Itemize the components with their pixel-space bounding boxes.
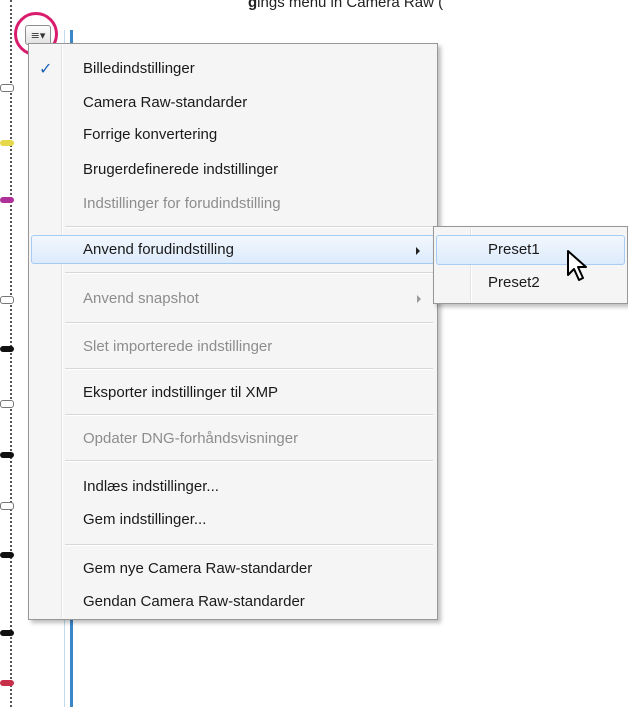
menu-separator (65, 544, 433, 546)
list-menu-icon[interactable]: ≡▾ (25, 25, 51, 45)
menu-item-restore-defaults[interactable]: Gendan Camera Raw-standarder (31, 587, 435, 616)
menu-separator (65, 414, 433, 416)
slider-thumb[interactable] (0, 140, 14, 146)
menu-separator (65, 322, 433, 324)
menu-item-label: Brugerdefinerede indstillinger (83, 161, 279, 178)
slider-thumb[interactable] (0, 552, 14, 558)
menu-item-save-settings[interactable]: Gem indstillinger... (31, 505, 435, 534)
menu-item-custom-settings[interactable]: Brugerdefinerede indstillinger (31, 155, 435, 184)
slider-thumb[interactable] (0, 452, 14, 458)
menu-item-label: Opdater DNG-forhåndsvisninger (83, 430, 299, 447)
slider-thumb[interactable] (0, 296, 14, 304)
menu-item-label: Gendan Camera Raw-standarder (83, 593, 305, 610)
mouse-pointer-icon (567, 250, 587, 281)
menu-item-label: Indstillinger for forudindstilling (83, 195, 281, 212)
menu-item-label: Gem indstillinger... (83, 511, 207, 528)
slider-thumb[interactable] (0, 502, 14, 510)
menu-item-label: Forrige konvertering (83, 126, 218, 143)
menu-item-label: Billedindstillinger (83, 60, 195, 77)
menu-item-preset-settings: Indstillinger for forudindstilling (31, 189, 435, 218)
submenu-arrow-icon (416, 247, 420, 255)
settings-context-menu: ✓ Billedindstillinger Camera Raw-standar… (28, 43, 438, 620)
menu-item-update-dng-previews: Opdater DNG-forhåndsvisninger (31, 424, 435, 453)
submenu-item-label: Preset1 (488, 241, 540, 258)
menu-item-label: Eksporter indstillinger til XMP (83, 384, 279, 401)
slider-thumb[interactable] (0, 680, 14, 686)
menu-item-image-settings[interactable]: ✓ Billedindstillinger (31, 54, 435, 83)
slider-thumb[interactable] (0, 400, 14, 408)
menu-item-label: Anvend forudindstilling (83, 241, 234, 258)
caption-fragment: gings menu in Camera Raw ( (248, 0, 444, 11)
menu-item-load-settings[interactable]: Indlæs indstillinger... (31, 472, 435, 501)
slider-thumb[interactable] (0, 630, 14, 636)
menu-item-previous-conversion[interactable]: Forrige konvertering (31, 120, 435, 149)
submenu-item-preset2[interactable]: Preset2 (436, 268, 625, 298)
menu-item-export-settings-xmp[interactable]: Eksporter indstillinger til XMP (31, 378, 435, 407)
slider-thumb[interactable] (0, 346, 14, 352)
slider-thumb[interactable] (0, 84, 14, 92)
menu-item-apply-preset[interactable]: Anvend forudindstilling (31, 235, 435, 264)
submenu-item-label: Preset2 (488, 274, 540, 291)
menu-separator (65, 272, 433, 274)
menu-item-label: Slet importerede indstillinger (83, 338, 273, 355)
menu-separator (65, 226, 433, 228)
slider-thumb[interactable] (0, 197, 14, 203)
menu-item-label: Anvend snapshot (83, 290, 199, 307)
submenu-item-preset1[interactable]: Preset1 (436, 235, 625, 265)
menu-item-label: Camera Raw-standarder (83, 94, 248, 111)
menu-separator (65, 460, 433, 462)
left-slider-strip (0, 0, 14, 707)
checkmark-icon: ✓ (39, 59, 53, 78)
menu-item-label: Indlæs indstillinger... (83, 478, 219, 495)
menu-item-label: Gem nye Camera Raw-standarder (83, 560, 313, 577)
apply-preset-submenu: Preset1 Preset2 (433, 226, 628, 304)
menu-item-save-new-defaults[interactable]: Gem nye Camera Raw-standarder (31, 554, 435, 583)
menu-item-camera-raw-defaults[interactable]: Camera Raw-standarder (31, 88, 435, 117)
menu-item-apply-snapshot: Anvend snapshot (31, 284, 435, 313)
submenu-arrow-icon (417, 295, 421, 303)
menu-separator (65, 368, 433, 370)
menu-item-delete-imported-settings: Slet importerede indstillinger (31, 332, 435, 361)
